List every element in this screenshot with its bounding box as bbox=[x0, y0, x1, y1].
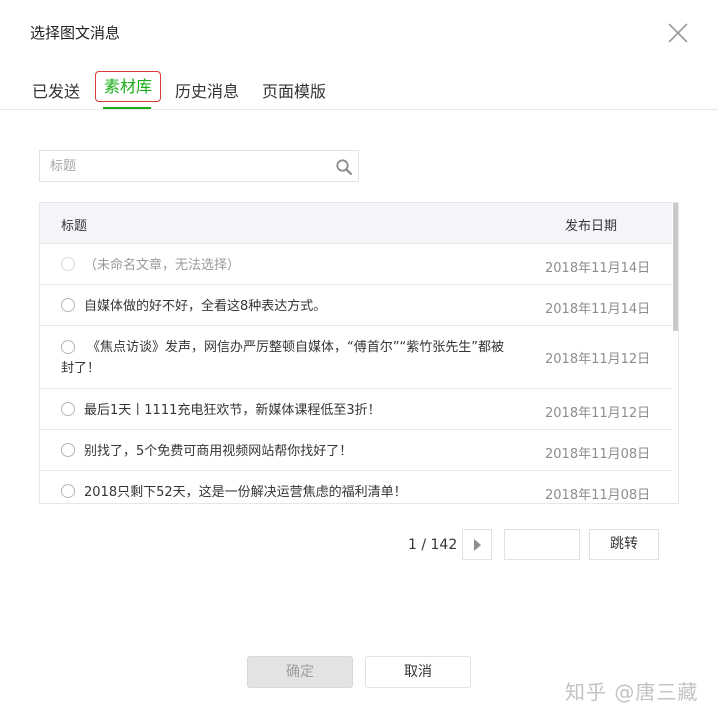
table-scrollbar[interactable] bbox=[673, 203, 678, 331]
row-title: 自媒体做的好不好，全看这8种表达方式。 bbox=[84, 299, 327, 314]
search-box bbox=[39, 150, 359, 182]
table-row[interactable]: 自媒体做的好不好，全看这8种表达方式。 2018年11月14日 bbox=[40, 285, 672, 326]
row-radio bbox=[61, 257, 75, 271]
watermark-text: 知乎 @唐三藏 bbox=[565, 680, 699, 704]
tab-history-messages[interactable]: 历史消息 bbox=[175, 78, 239, 102]
row-date: 2018年11月08日 bbox=[545, 447, 651, 462]
tab-material-library[interactable]: 素材库 bbox=[95, 71, 161, 102]
search-icon[interactable] bbox=[335, 158, 353, 176]
column-header-title: 标题 bbox=[61, 219, 88, 234]
page-number-field bbox=[504, 529, 580, 560]
row-title: 别找了，5个免费可商用视频网站帮你找好了！ bbox=[84, 444, 353, 459]
row-title: （未命名文章，无法选择） bbox=[84, 258, 241, 273]
jump-button[interactable]: 跳转 bbox=[589, 529, 659, 560]
row-date: 2018年11月08日 bbox=[545, 488, 651, 503]
row-date: 2018年11月12日 bbox=[545, 352, 651, 367]
cancel-button[interactable]: 取消 bbox=[365, 656, 471, 688]
next-page-button[interactable] bbox=[462, 529, 492, 560]
article-table: 标题 发布日期 （未命名文章，无法选择） 2018年11月14日 自媒体做的好不… bbox=[39, 202, 679, 504]
tab-bar: 已发送 素材库 历史消息 页面模版 bbox=[0, 70, 718, 110]
column-header-date: 发布日期 bbox=[565, 219, 618, 234]
active-tab-indicator bbox=[103, 107, 151, 109]
row-radio[interactable] bbox=[61, 443, 75, 457]
confirm-button[interactable]: 确定 bbox=[247, 656, 353, 688]
table-body: （未命名文章，无法选择） 2018年11月14日 自媒体做的好不好，全看这8种表… bbox=[40, 244, 672, 503]
page-indicator: 1 / 142 bbox=[408, 537, 458, 553]
table-row[interactable]: 最后1天丨1111充电狂欢节，新媒体课程低至3折！ 2018年11月12日 bbox=[40, 389, 672, 430]
row-date: 2018年11月12日 bbox=[545, 406, 651, 421]
table-row[interactable]: 《焦点访谈》发声，网信办严厉整顿自媒体，“傅首尔”“紫竹张先生”都被封了！ 20… bbox=[40, 326, 672, 389]
row-radio[interactable] bbox=[61, 402, 75, 416]
select-article-dialog: 选择图文消息 已发送 素材库 历史消息 页面模版 标题 发布日期 bbox=[0, 0, 718, 721]
row-title: 2018只剩下52天，这是一份解决运营焦虑的福利清单！ bbox=[84, 485, 407, 500]
tab-page-templates[interactable]: 页面模版 bbox=[262, 78, 326, 102]
row-date: 2018年11月14日 bbox=[545, 261, 651, 276]
row-radio[interactable] bbox=[61, 484, 75, 498]
dialog-title: 选择图文消息 bbox=[30, 24, 121, 42]
row-title: 最后1天丨1111充电狂欢节，新媒体课程低至3折！ bbox=[84, 403, 381, 418]
table-row: （未命名文章，无法选择） 2018年11月14日 bbox=[40, 244, 672, 285]
triangle-right-icon bbox=[474, 539, 481, 551]
row-title: 《焦点访谈》发声，网信办严厉整顿自媒体，“傅首尔”“紫竹张先生”都被封了！ bbox=[61, 340, 504, 376]
table-row[interactable]: 别找了，5个免费可商用视频网站帮你找好了！ 2018年11月08日 bbox=[40, 430, 672, 471]
close-icon[interactable] bbox=[666, 21, 690, 45]
row-radio[interactable] bbox=[61, 298, 75, 312]
table-row[interactable]: 2018只剩下52天，这是一份解决运营焦虑的福利清单！ 2018年11月08日 bbox=[40, 471, 672, 503]
tab-sent[interactable]: 已发送 bbox=[32, 78, 80, 102]
page-number-input[interactable] bbox=[505, 530, 579, 559]
table-header: 标题 发布日期 bbox=[40, 203, 672, 244]
row-date: 2018年11月14日 bbox=[545, 302, 651, 317]
search-input[interactable] bbox=[40, 151, 320, 181]
